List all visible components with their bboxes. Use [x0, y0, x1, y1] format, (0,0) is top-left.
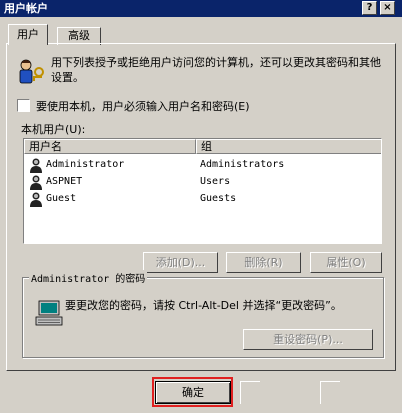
user-icon: [30, 192, 42, 207]
apply-button-partial[interactable]: [320, 381, 340, 404]
user-group: Administrators: [200, 159, 285, 170]
users-keys-icon: [19, 59, 44, 84]
user-group: Guests: [200, 193, 237, 204]
computer-keyboard-icon: [35, 300, 63, 326]
user-name: ASPNET: [46, 176, 83, 187]
password-group-legend: Administrator 的密码: [29, 270, 148, 285]
intro-text: 用下列表授予或拒绝用户访问您的计算机，还可以更改其密码和其他设置。: [51, 56, 381, 84]
user-icon: [30, 158, 42, 173]
column-header-username[interactable]: 用户名: [24, 139, 196, 154]
remove-user-button[interactable]: 删除(R): [226, 252, 301, 273]
user-group: Users: [200, 176, 231, 187]
table-row[interactable]: Administrator Administrators: [24, 157, 381, 174]
users-list[interactable]: 用户名 组 Administrator Administrators ASPNE…: [23, 138, 382, 244]
tab-advanced-label: 高级: [68, 29, 90, 42]
user-name: Administrator: [46, 159, 125, 170]
properties-button[interactable]: 属性(O): [310, 252, 382, 273]
column-header-group[interactable]: 组: [196, 139, 381, 154]
ok-button-highlight: [152, 377, 233, 407]
reset-password-button[interactable]: 重设密码(P)...: [243, 329, 373, 350]
table-row[interactable]: ASPNET Users: [24, 174, 381, 191]
tab-users-label: 用户: [17, 28, 39, 41]
cancel-button-partial[interactable]: [240, 381, 260, 404]
help-button[interactable]: ?: [362, 1, 377, 15]
require-login-label[interactable]: 要使用本机，用户必须输入用户名和密码(E): [36, 98, 250, 114]
users-section-label: 本机用户(U):: [21, 123, 86, 136]
require-login-checkbox[interactable]: [17, 99, 30, 112]
window-title: 用户帐户: [4, 2, 48, 15]
add-user-button[interactable]: 添加(D)...: [143, 252, 218, 273]
close-button[interactable]: ×: [380, 1, 395, 15]
title-bar: 用户帐户 ? ×: [0, 0, 402, 17]
password-instructions: 要更改您的密码，请按 Ctrl-Alt-Del 并选择“更改密码”。: [65, 299, 342, 312]
tab-users[interactable]: 用户: [8, 24, 48, 45]
user-name: Guest: [46, 193, 77, 204]
user-icon: [30, 175, 42, 190]
tab-panel: 用下列表授予或拒绝用户访问您的计算机，还可以更改其密码和其他设置。 要使用本机，…: [6, 43, 396, 371]
table-row[interactable]: Guest Guests: [24, 191, 381, 208]
